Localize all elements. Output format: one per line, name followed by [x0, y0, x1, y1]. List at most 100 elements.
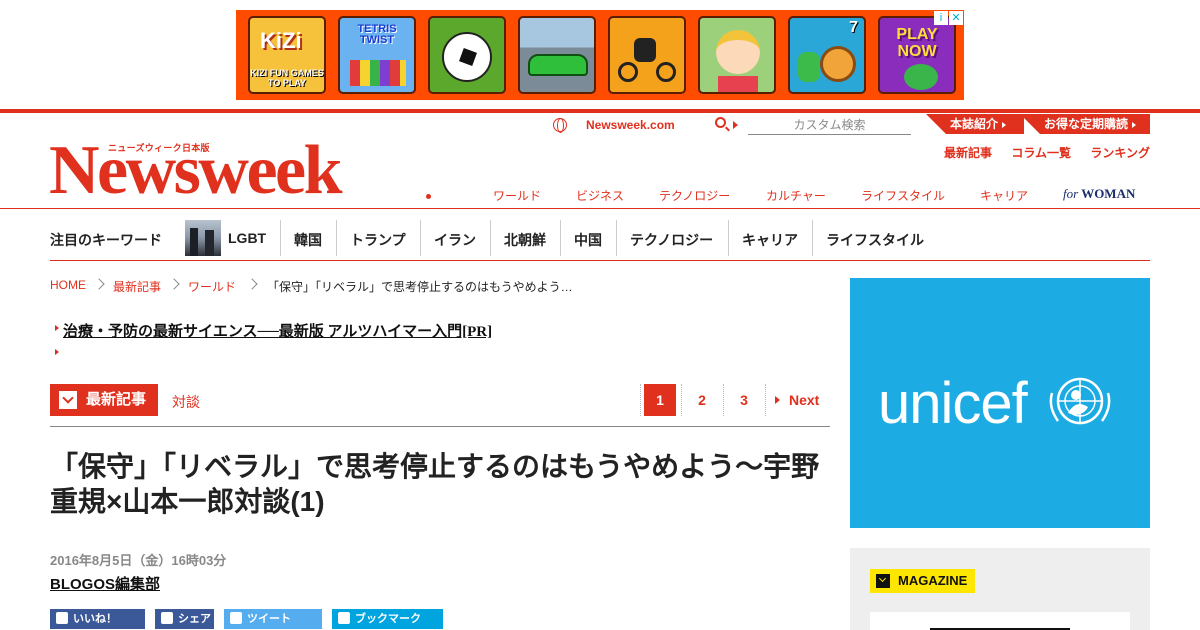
subscription-caret-icon — [1132, 121, 1137, 128]
about-magazine-label: 本誌紹介 — [950, 117, 999, 131]
globe-icon — [553, 118, 567, 133]
next-arrow-icon — [775, 396, 780, 404]
pagination-divider — [640, 384, 641, 416]
keyword-north-korea[interactable]: 北朝鮮 — [504, 230, 546, 250]
section-subtitle[interactable]: 対談 — [172, 392, 200, 412]
pr-article-link[interactable]: 治療・予防の最新サイエンス──最新版 アルツハイマー入門[PR] — [63, 320, 492, 341]
page-3-button[interactable]: 3 — [728, 384, 760, 416]
ad-tile-snail-text: 7 — [849, 19, 858, 36]
search-input[interactable] — [748, 115, 911, 135]
pagination-divider — [723, 384, 724, 416]
article-date: 2016年8月5日（金）16時03分 — [50, 553, 227, 568]
keyword-divider — [812, 220, 813, 256]
newsweek-com-link[interactable]: Newsweek.com — [586, 118, 675, 132]
for-woman-woman: WOMAN — [1081, 186, 1136, 201]
ad-tile-kizi[interactable]: KiZi KIZI FUN GAMES TO PLAY — [248, 16, 326, 94]
pr-bullet-icon — [55, 349, 59, 355]
ad-tile-tetris[interactable]: TETRIS TWIST — [338, 16, 416, 94]
article-headline: 「保守」「リベラル」で思考停止するのはもうやめよう～宇野重規×山本一郎対談(1) — [50, 451, 820, 517]
ad-tile-princess[interactable] — [698, 16, 776, 94]
chevron-down-icon — [876, 574, 890, 588]
hatena-bookmark-button[interactable]: ブックマーク43 — [332, 609, 443, 629]
pagination-divider — [765, 384, 766, 416]
like-button[interactable]: いいね！582 — [50, 609, 145, 629]
search-icon[interactable] — [715, 117, 726, 128]
ad-tile-play-now-text: PLAY NOW — [896, 26, 938, 60]
breadcrumb-chevron-icon — [93, 278, 105, 290]
keyword-divider — [490, 220, 491, 256]
about-magazine-caret-icon — [1002, 121, 1007, 128]
facebook-icon — [161, 612, 173, 624]
tweet-button[interactable]: ツイート105 — [224, 609, 322, 629]
search-caret-icon — [733, 121, 738, 129]
header-sub-links: 最新記事 コラム一覧 ランキング — [928, 144, 1150, 161]
for-woman-for: for — [1063, 186, 1079, 201]
sub-link-ranking[interactable]: ランキング — [1090, 146, 1150, 160]
keyword-trump[interactable]: トランプ — [350, 230, 406, 250]
sub-link-columns[interactable]: コラム一覧 — [1011, 146, 1071, 160]
sub-link-latest[interactable]: 最新記事 — [944, 146, 992, 160]
keyword-china[interactable]: 中国 — [574, 230, 602, 250]
newsweek-logo[interactable]: Newsweek — [49, 136, 343, 206]
keywords-label: 注目のキーワード — [50, 232, 162, 248]
ad-info-icon[interactable]: i — [934, 11, 948, 25]
magazine-cover-card[interactable] — [870, 612, 1130, 630]
keyword-iran[interactable]: イラン — [434, 230, 476, 250]
nav-career[interactable]: キャリア — [980, 187, 1028, 204]
about-magazine-button[interactable]: 本誌紹介 — [926, 114, 1024, 134]
keyword-technology[interactable]: テクノロジー — [630, 230, 713, 250]
keyword-korea[interactable]: 韓国 — [294, 230, 322, 250]
nav-lifestyle[interactable]: ライフスタイル — [861, 187, 945, 204]
keyword-divider — [420, 220, 421, 256]
thumbs-up-icon — [56, 612, 68, 624]
article-author[interactable]: BLOGOS編集部 — [50, 573, 160, 594]
ad-tile-car[interactable] — [518, 16, 596, 94]
tweet-label: ツイート — [247, 613, 291, 625]
subscription-button[interactable]: お得な定期購読 — [1020, 114, 1150, 134]
keyword-lifestyle[interactable]: ライフスタイル — [826, 230, 924, 250]
keyword-thumbnail-image[interactable] — [185, 220, 221, 256]
keyword-career[interactable]: キャリア — [742, 230, 798, 250]
keyword-divider — [616, 220, 617, 256]
breadcrumb-chevron-icon — [168, 278, 180, 290]
subscription-label: お得な定期購読 — [1044, 117, 1129, 131]
keyword-divider — [560, 220, 561, 256]
breadcrumb-latest[interactable]: 最新記事 — [113, 278, 161, 295]
ad-tile-motocross[interactable] — [608, 16, 686, 94]
breadcrumb-world[interactable]: ワールド — [188, 278, 236, 295]
nav-world[interactable]: ワールド — [493, 187, 541, 204]
facebook-share-button[interactable]: シェア — [155, 609, 214, 629]
pagination-divider — [681, 384, 682, 416]
facebook-share-label: シェア — [178, 613, 211, 625]
unicef-emblem-icon — [1049, 377, 1111, 425]
like-label: いいね！ — [73, 613, 117, 625]
pr-bullet-icon — [55, 325, 59, 331]
header-bottom-rule — [0, 208, 1200, 209]
page-1-button[interactable]: 1 — [644, 384, 676, 416]
keyword-divider — [336, 220, 337, 256]
breadcrumb-chevron-icon — [246, 278, 258, 290]
chevron-down-icon — [59, 391, 77, 409]
keyword-divider — [728, 220, 729, 256]
twitter-bird-icon — [230, 612, 242, 624]
logo-dot — [426, 194, 431, 199]
keyword-bar-rule — [50, 260, 1150, 261]
breadcrumb-current: 「保守」「リベラル」で思考停止するのはもうやめよう… — [267, 280, 573, 294]
breadcrumb-home[interactable]: HOME — [50, 278, 86, 292]
for-woman-link[interactable]: for WOMAN — [1063, 186, 1135, 202]
top-ad-banner[interactable]: KiZi KIZI FUN GAMES TO PLAY TETRIS TWIST… — [236, 10, 964, 100]
section-rule — [50, 426, 830, 427]
nav-business[interactable]: ビジネス — [576, 187, 624, 204]
nav-culture[interactable]: カルチャー — [766, 187, 826, 204]
ad-close-icon[interactable]: ✕ — [949, 11, 963, 25]
next-page-button[interactable]: Next — [789, 384, 819, 416]
ad-tile-play-now[interactable]: PLAY NOW — [878, 16, 956, 94]
keyword-lgbt[interactable]: LGBT — [228, 230, 266, 246]
ad-tile-snail[interactable]: 7 — [788, 16, 866, 94]
ad-tile-soccer[interactable] — [428, 16, 506, 94]
ad-tile-tetris-text: TETRIS TWIST — [357, 23, 397, 46]
unicef-ad-text: unicef — [878, 371, 1028, 436]
hatena-b-icon — [338, 612, 350, 624]
page-2-button[interactable]: 2 — [686, 384, 718, 416]
nav-technology[interactable]: テクノロジー — [659, 187, 730, 204]
